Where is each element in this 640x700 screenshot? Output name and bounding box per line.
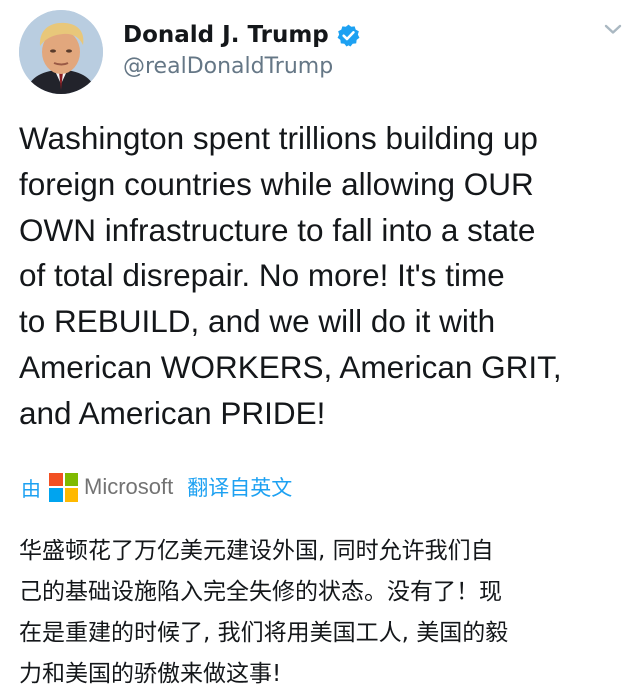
tweet-text-line: American WORKERS, American GRIT, — [19, 348, 562, 385]
name-row: Donald J. Trump — [123, 18, 361, 52]
tweet-text-line: Washington spent trillions building up — [19, 120, 538, 156]
display-name[interactable]: Donald J. Trump — [123, 22, 329, 48]
tweet-card: Donald J. Trump @realDonaldTrump Washing… — [0, 0, 640, 700]
translated-text-line: 在是重建的时候了, 我们将用美国工人, 美国的毅 — [19, 620, 509, 646]
tweet-text-line: and American PRIDE! — [19, 394, 326, 431]
avatar[interactable] — [19, 10, 103, 94]
translation-provider: Microsoft — [84, 474, 174, 499]
translated-text-line: 华盛顿花了万亿美元建设外国, 同时允许我们自 — [19, 538, 494, 564]
tweet-text-line: to REBUILD, and we will do it with — [19, 303, 496, 340]
translated-by-label: 由 — [21, 476, 41, 501]
tweet-text: Washington spent trillions building up f… — [19, 116, 624, 437]
tweet-text-line: of total disrepair. No more! It's time — [19, 257, 505, 294]
avatar-image — [19, 10, 103, 94]
tweet-text-line: foreign countries while allowing OUR — [19, 165, 534, 202]
translated-from-english-link[interactable]: 翻译自英文 — [187, 472, 292, 502]
translated-text: 华盛顿花了万亿美元建设外国, 同时允许我们自 己的基础设施陷入完全失修的状态。没… — [19, 531, 629, 695]
translated-text-line: 力和美国的骄傲来做这事! — [19, 661, 282, 687]
microsoft-logo-icon — [49, 472, 78, 502]
translated-text-line: 己的基础设施陷入完全失修的状态。没有了！现 — [19, 579, 502, 605]
user-handle[interactable]: @realDonaldTrump — [123, 54, 333, 79]
verified-badge-icon — [336, 23, 361, 48]
chevron-down-icon[interactable] — [602, 18, 624, 40]
tweet-text-line: OWN infrastructure to fall into a state — [19, 211, 536, 248]
translation-attribution: 由 Microsoft 翻译自英文 — [21, 470, 292, 504]
